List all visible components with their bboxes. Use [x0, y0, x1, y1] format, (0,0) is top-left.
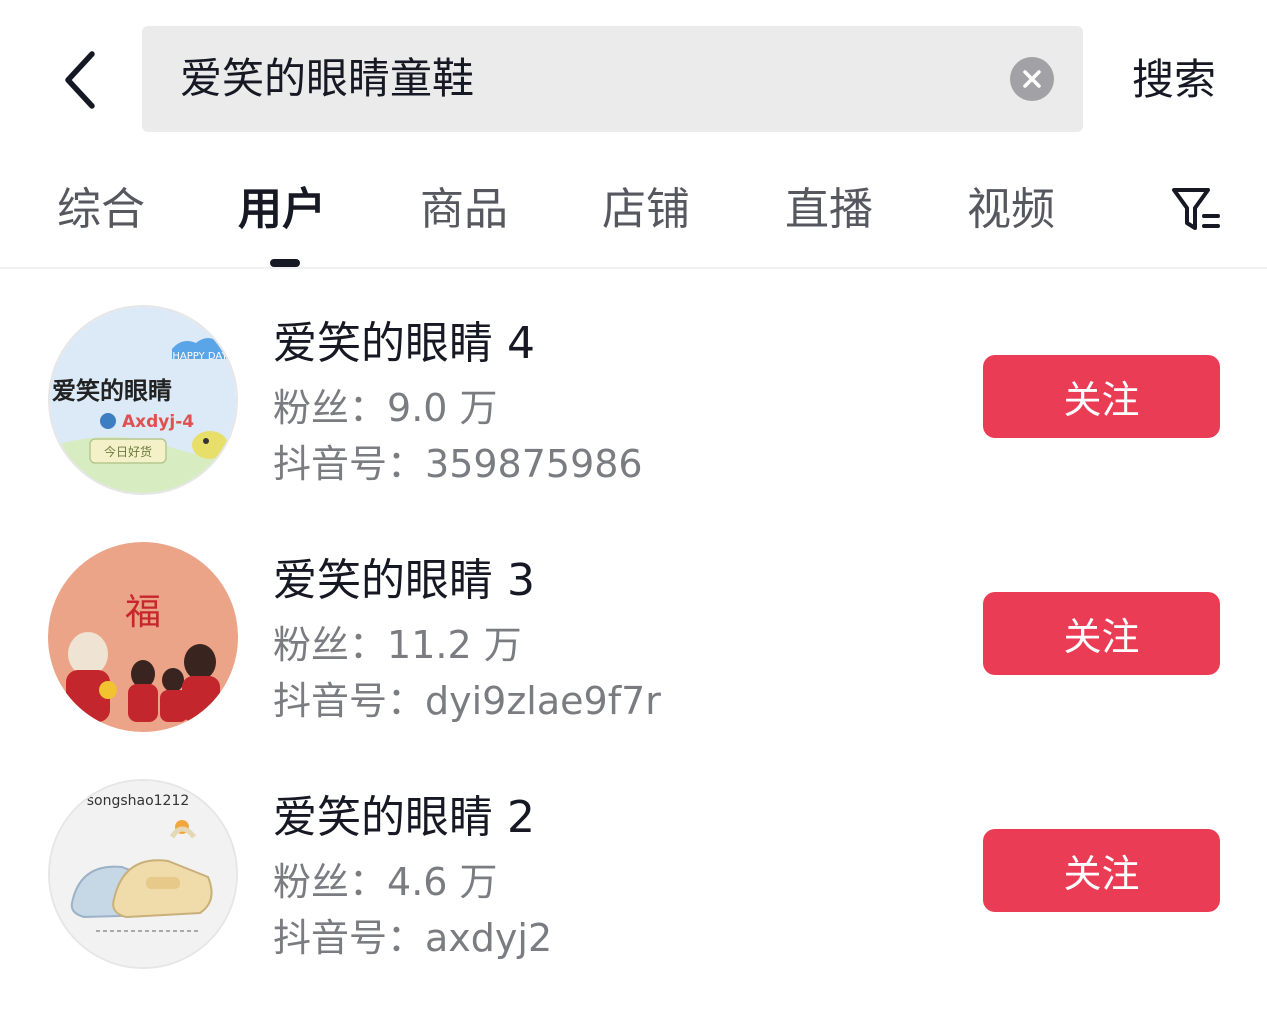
follow-button[interactable]: 关注 [983, 829, 1220, 912]
tabs-divider [0, 267, 1267, 269]
svg-text:爱笑的眼睛: 爱笑的眼睛 [52, 377, 172, 405]
douyin-id: 抖音号：axdyj2 [273, 916, 553, 960]
avatar-image: songshao1212 [50, 781, 236, 967]
clear-search-button[interactable] [1010, 57, 1054, 101]
douyin-id: 抖音号：359875986 [273, 442, 643, 486]
active-tab-indicator [270, 259, 300, 267]
svg-text:songshao1212: songshao1212 [87, 793, 190, 809]
tab-comprehensive[interactable]: 综合 [57, 183, 145, 237]
avatar[interactable]: 福 [48, 542, 238, 732]
follow-button[interactable]: 关注 [983, 592, 1220, 675]
tab-users[interactable]: 用户 [238, 183, 326, 237]
svg-text:HAPPY DAY: HAPPY DAY [172, 351, 228, 362]
avatar-image: HAPPY DAY 爱笑的眼睛 Axdyj-4 今日好货 [50, 307, 236, 493]
fans-count: 粉丝：9.0 万 [273, 386, 498, 430]
chevron-left-icon [65, 51, 95, 109]
follow-button[interactable]: 关注 [983, 355, 1220, 438]
filter-button[interactable] [1168, 182, 1224, 238]
tab-videos[interactable]: 视频 [967, 183, 1055, 237]
tab-shops[interactable]: 店铺 [602, 183, 690, 237]
svg-text:今日好货: 今日好货 [104, 444, 152, 459]
user-name: 爱笑的眼睛 2 [273, 792, 535, 843]
avatar[interactable]: songshao1212 [48, 779, 238, 969]
user-result-row[interactable]: 福 爱笑的眼睛 3 粉丝：11.2 万 抖音号：dyi9zlae9f7r 关注 [0, 542, 1267, 742]
back-button[interactable] [50, 45, 110, 115]
user-result-row[interactable]: songshao1212 爱笑的眼睛 2 粉丝：4.6 万 抖音号：axdyj2… [0, 779, 1267, 979]
tab-products[interactable]: 商品 [420, 183, 508, 237]
user-name: 爱笑的眼睛 3 [273, 555, 535, 606]
avatar[interactable]: HAPPY DAY 爱笑的眼睛 Axdyj-4 今日好货 [48, 305, 238, 495]
clear-icon [1023, 70, 1041, 88]
tab-live[interactable]: 直播 [785, 183, 873, 237]
douyin-id: 抖音号：dyi9zlae9f7r [273, 679, 661, 723]
avatar-image: 福 [48, 542, 238, 732]
fans-count: 粉丝：11.2 万 [273, 623, 522, 667]
user-result-row[interactable]: HAPPY DAY 爱笑的眼睛 Axdyj-4 今日好货 爱笑的眼睛 4 粉丝：… [0, 305, 1267, 505]
svg-text:福: 福 [125, 592, 161, 633]
search-input[interactable]: 爱笑的眼睛童鞋 [142, 26, 1083, 132]
search-query-text: 爱笑的眼睛童鞋 [180, 54, 475, 103]
svg-text:Axdyj-4: Axdyj-4 [122, 412, 194, 432]
user-name: 爱笑的眼睛 4 [273, 318, 535, 369]
fans-count: 粉丝：4.6 万 [273, 860, 498, 904]
filter-icon [1172, 188, 1220, 230]
search-button[interactable]: 搜索 [1132, 55, 1216, 105]
